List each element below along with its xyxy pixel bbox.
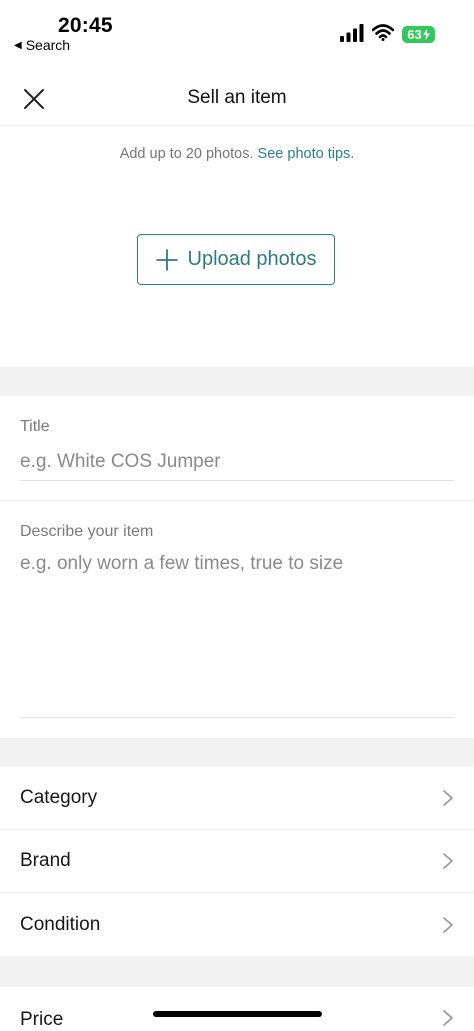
title-input[interactable]	[20, 450, 454, 474]
plus-icon	[155, 248, 178, 271]
back-to-search-link[interactable]: ◀ Search	[14, 37, 70, 53]
section-divider	[0, 367, 474, 396]
condition-row[interactable]: Condition	[0, 893, 474, 956]
field-separator	[0, 500, 474, 501]
description-input[interactable]	[20, 553, 454, 703]
photo-tips-link[interactable]: See photo tips.	[258, 146, 355, 162]
price-label: Price	[20, 1009, 64, 1030]
description-underline	[20, 717, 454, 718]
section-divider	[0, 738, 474, 767]
chevron-right-icon	[443, 853, 453, 869]
title-underline	[20, 480, 454, 481]
photo-hint-text: Add up to 20 photos.	[119, 146, 254, 162]
condition-label: Condition	[20, 913, 101, 935]
charging-bolt-icon	[422, 29, 430, 40]
category-row[interactable]: Category	[0, 767, 474, 830]
wifi-icon	[372, 24, 394, 41]
photo-hint: Add up to 20 photos. See photo tips.	[0, 146, 474, 162]
chevron-right-icon	[443, 1010, 453, 1026]
app-header: Sell an item	[0, 74, 474, 126]
battery-level: 63	[407, 27, 422, 42]
upload-photos-label: Upload photos	[187, 248, 317, 270]
chevron-right-icon	[443, 916, 453, 933]
description-label: Describe your item	[20, 523, 154, 540]
battery-indicator: 63	[402, 26, 435, 43]
back-arrow-icon: ◀	[14, 39, 22, 51]
brand-row[interactable]: Brand	[0, 830, 474, 893]
home-indicator[interactable]	[153, 1011, 322, 1017]
price-row[interactable]: Price	[0, 987, 474, 1030]
page-title: Sell an item	[187, 87, 287, 108]
back-label: Search	[25, 37, 71, 53]
category-label: Category	[20, 787, 98, 808]
cellular-signal-icon	[340, 24, 364, 42]
title-label: Title	[20, 418, 50, 435]
brand-label: Brand	[20, 850, 71, 871]
chevron-right-icon	[443, 790, 453, 806]
upload-photos-button[interactable]: Upload photos	[137, 234, 335, 285]
section-divider	[0, 956, 474, 987]
status-time: 20:45	[58, 14, 113, 37]
